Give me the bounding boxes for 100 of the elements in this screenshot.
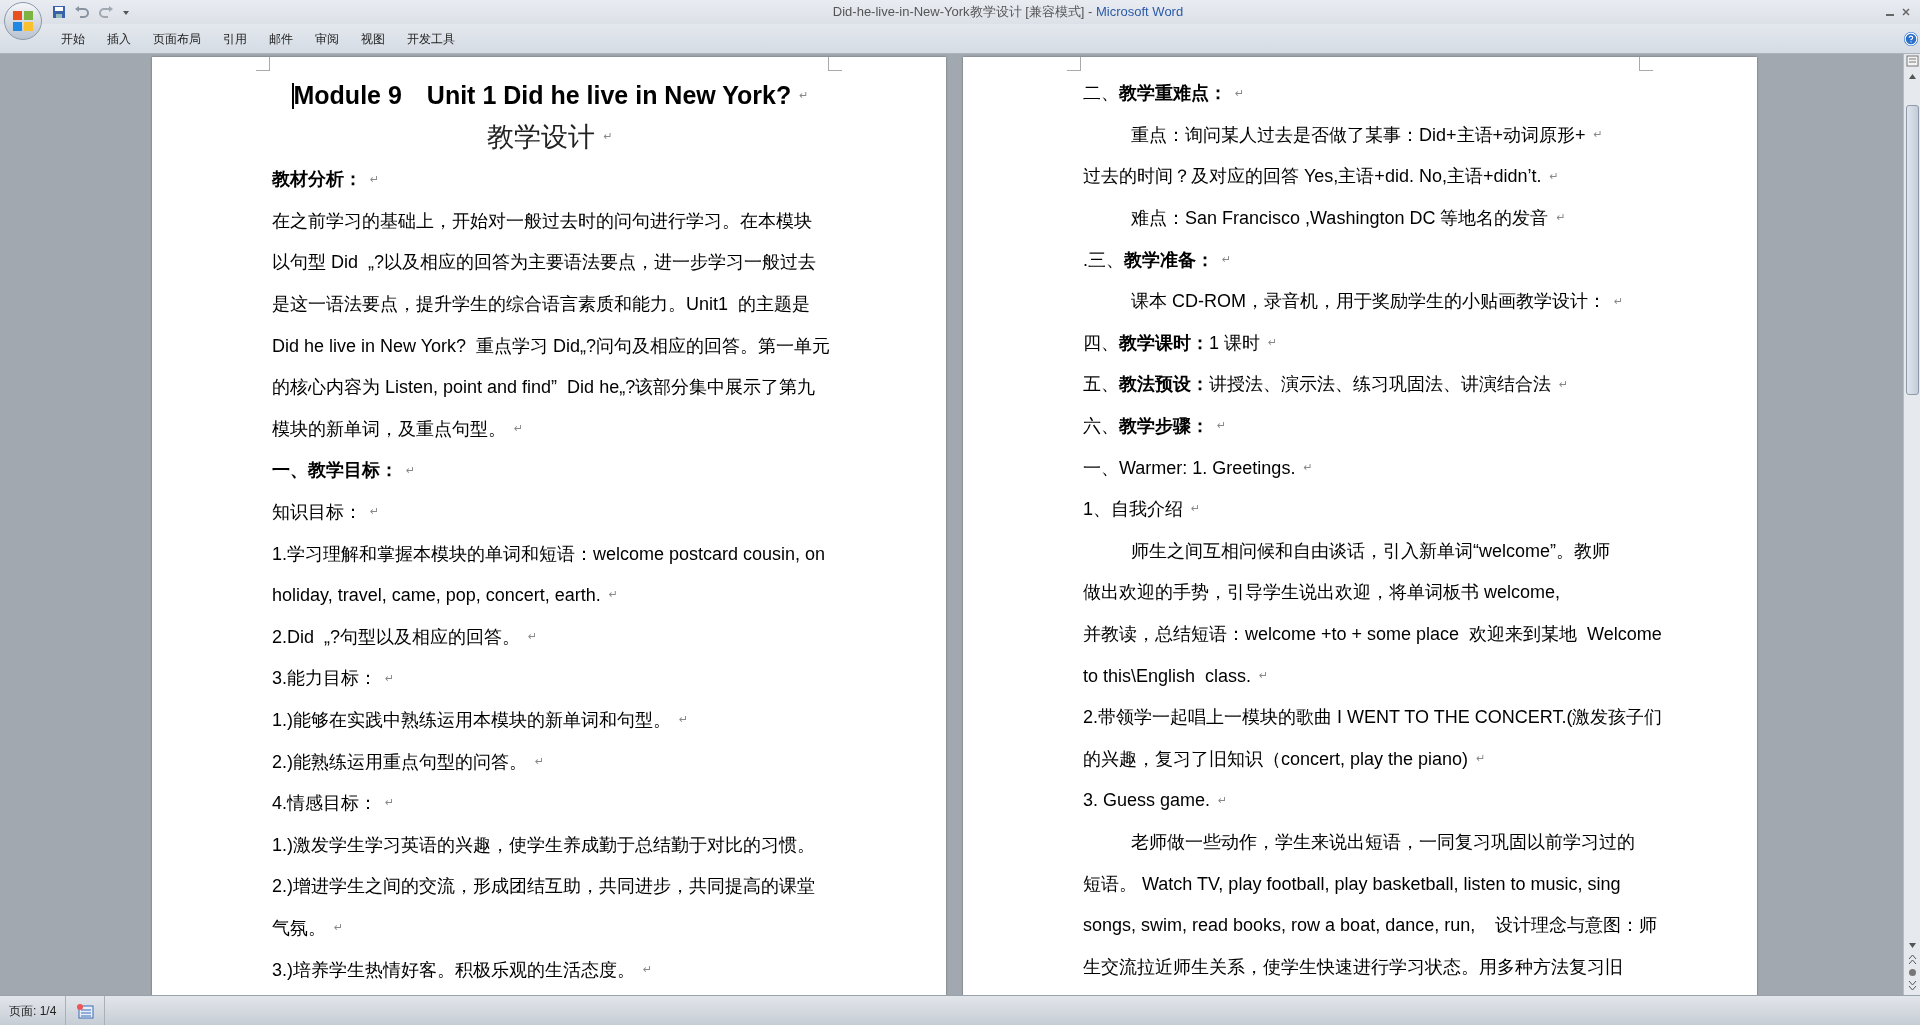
text-line: 四、教学课时：1 课时	[1083, 331, 1260, 355]
ribbon-tab[interactable]: 插入	[96, 26, 142, 51]
paragraph-mark: ↵	[1218, 792, 1228, 809]
paragraph-mark: ↵	[1222, 251, 1232, 268]
text-line: 模块的新单词，及重点句型。	[272, 417, 506, 441]
paragraph-mark: ↵	[1303, 459, 1313, 476]
proofing-icon[interactable]	[76, 1002, 95, 1019]
paragraph-mark: ↵	[1217, 418, 1227, 435]
corner-mark	[1639, 57, 1653, 71]
undo-icon[interactable]	[74, 5, 90, 19]
next-page-icon[interactable]	[1907, 979, 1917, 991]
paragraph-mark: ↵	[514, 421, 524, 438]
close-icon[interactable]	[1902, 8, 1910, 16]
corner-mark	[1067, 57, 1081, 71]
text-line: 五、教法预设：讲授法、演示法、练习巩固法、讲演结合法	[1083, 373, 1551, 397]
paragraph-mark: ↵	[1614, 293, 1624, 310]
office-logo-icon	[12, 10, 34, 32]
text-line: 生交流拉近师生关系，使学生快速进行学习状态。用多种方法复习旧	[1083, 955, 1623, 979]
document-title: Module 9 Unit 1 Did he live in New York?	[293, 80, 792, 112]
text-line: 是这一语法要点，提升学生的综合语言素质和能力。Unit1 的主题是	[272, 293, 811, 317]
text-cursor	[291, 83, 294, 109]
paragraph-mark: ↵	[603, 128, 613, 145]
paragraph-mark: ↵	[1191, 501, 1201, 518]
text-line: 的兴趣，复习了旧知识（concert, play the piano)	[1083, 747, 1469, 771]
document-subtitle: 教学设计	[487, 120, 596, 154]
paragraph-mark: ↵	[643, 961, 653, 978]
text-line: 3.能力目标：	[272, 667, 377, 691]
text-line: 2.带领学一起唱上一模块的歌曲 I WENT TO THE CONCERT.(激发孩子们	[1083, 706, 1663, 730]
paragraph-mark: ↵	[535, 753, 545, 770]
text-line: 3. Guess game.	[1083, 789, 1211, 813]
corner-mark	[256, 57, 270, 71]
paragraph-mark: ↵	[799, 87, 809, 104]
text-line: 1.)激发学生学习英语的兴趣，使学生养成勤于总结勤于对比的习惯。	[272, 833, 815, 857]
text-line: 并教读，总结短语：welcome +to + some place 欢迎来到某地 Welcome	[1083, 623, 1662, 646]
text-line: 1.)能够在实践中熟练运用本模块的新单词和句型。	[272, 709, 671, 732]
ribbon-tab[interactable]: 开发工具	[396, 26, 466, 51]
scrollbar-thumb[interactable]	[1905, 105, 1919, 395]
text-line: 4.情感目标：	[272, 792, 377, 816]
text-line: 过去的时间？及对应的回答 Yes,主语+did. No,主语+didn’t.	[1083, 165, 1542, 189]
text-line: 2.)能熟练运用重点句型的问答。	[272, 750, 527, 774]
text-line: 难点：San Francisco ,Washington DC 等地名的发音	[1131, 207, 1549, 231]
window-title: Did-he-live-in-New-York教学设计 [兼容模式]	[832, 3, 1085, 22]
app-name: Microsoft Word	[1096, 3, 1184, 22]
text-line: songs, swim, read books, row a boat, dance, run, 设计理念与意图：师	[1083, 914, 1658, 938]
text-line: 气氛。	[272, 917, 326, 940]
corner-mark	[828, 57, 842, 71]
text-line: 教材分析：	[272, 168, 362, 192]
ribbon-tab[interactable]: 页面布局	[142, 26, 212, 51]
paragraph-mark: ↵	[1556, 210, 1566, 227]
text-line: 师生之间互相问候和自由谈话，引入新单词“welcome”。教师	[1131, 539, 1610, 563]
paragraph-mark: ↵	[1268, 335, 1278, 352]
text-line: 知识目标：	[272, 501, 362, 525]
text-line: 在之前学习的基础上，开始对一般过去时的问句进行学习。在本模块	[272, 209, 812, 233]
text-line: 2.Did „?句型以及相应的回答。	[272, 625, 521, 649]
customize-dropdown-icon[interactable]	[122, 8, 130, 16]
text-line: 六、教学步骤：	[1083, 415, 1209, 439]
text-line: 二、教学重难点：	[1083, 82, 1227, 106]
text-line: 做出欢迎的手势，引导学生说出欢迎，将单词板书 welcome,	[1083, 581, 1561, 605]
text-line: 1.学习理解和掌握本模块的单词和短语：welcome postcard cousin, on	[272, 542, 826, 566]
paragraph-mark: ↵	[385, 670, 395, 687]
office-button[interactable]	[4, 2, 42, 40]
text-line: 老师做一些动作，学生来说出短语，一同复习巩固以前学习过的	[1131, 831, 1635, 854]
vertical-scrollbar[interactable]	[1903, 54, 1920, 995]
paragraph-mark: ↵	[1235, 85, 1245, 102]
text-line: 重点：询问某人过去是否做了某事：Did+主语+动词原形+	[1131, 123, 1586, 147]
paragraph-mark: ↵	[370, 504, 380, 521]
paragraph-mark: ↵	[1593, 127, 1603, 144]
text-line: Did he live in New York? 重点学习 Did„?问句及相应的回答。第一单元	[272, 334, 831, 358]
scroll-up-icon[interactable]	[1907, 72, 1917, 81]
browse-object-icon[interactable]	[1907, 968, 1917, 977]
paragraph-mark: ↵	[385, 795, 395, 812]
text-line: holiday, travel, came, pop, concert, earth.	[272, 584, 601, 608]
paragraph-mark: ↵	[1259, 667, 1269, 684]
paragraph-mark: ↵	[406, 462, 416, 479]
ribbon-tab[interactable]: 邮件	[258, 26, 304, 51]
paragraph-mark: ↵	[370, 171, 380, 188]
text-line: 以句型 Did „?以及相应的回答为主要语法要点，进一步学习一般过去	[272, 251, 817, 275]
ribbon-tab[interactable]: 引用	[212, 26, 258, 51]
text-line: 课本 CD-ROM，录音机，用于奖励学生的小贴画教学设计：	[1131, 290, 1606, 314]
text-line: 1、自我介绍	[1083, 498, 1183, 522]
scroll-down-icon[interactable]	[1907, 941, 1917, 950]
text-line: 一、教学目标：	[272, 459, 398, 483]
save-icon[interactable]	[52, 5, 66, 19]
paragraph-mark: ↵	[1549, 168, 1559, 185]
text-line: 短语。 Watch TV, play football, play basketball, listen to music, sing	[1083, 872, 1621, 896]
ruler-toggle-icon[interactable]	[1905, 54, 1919, 68]
page-count[interactable]: 页面: 1/4	[0, 996, 67, 1025]
ribbon-tab[interactable]: 视图	[350, 26, 396, 51]
text-line: .三、教学准备：	[1083, 248, 1214, 272]
paragraph-mark: ↵	[1559, 376, 1569, 393]
ribbon-tab[interactable]: 开始	[50, 26, 96, 51]
text-line: 的核心内容为 Listen, point and find” Did he„?该部分集中展示了第九	[272, 376, 816, 400]
ribbon-tab[interactable]: 审阅	[304, 26, 350, 51]
paragraph-mark: ↵	[1476, 751, 1486, 768]
previous-page-icon[interactable]	[1907, 954, 1917, 966]
paragraph-mark: ↵	[679, 712, 689, 729]
help-icon[interactable]	[1904, 31, 1918, 46]
paragraph-mark: ↵	[608, 587, 619, 604]
text-line: to this\English class.	[1083, 664, 1252, 688]
paragraph-mark: ↵	[334, 920, 344, 937]
